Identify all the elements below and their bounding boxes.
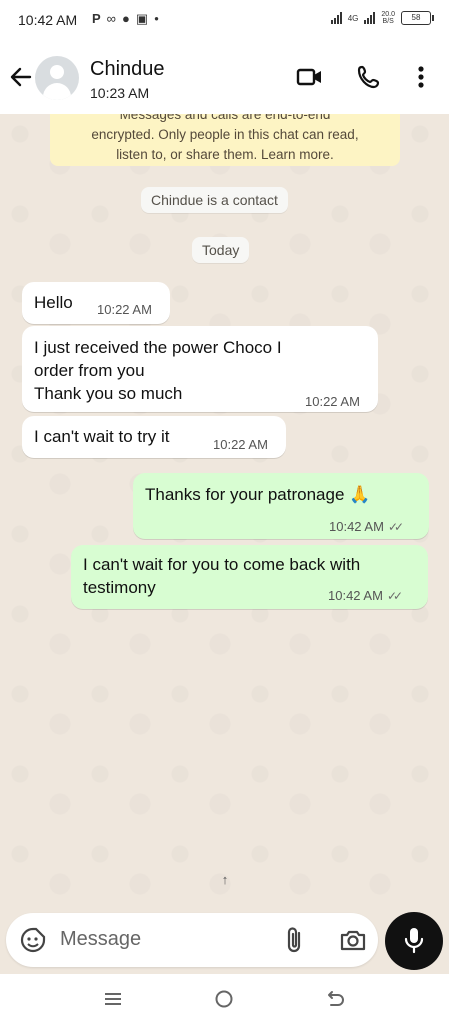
paypal-notification-icon: P: [92, 11, 101, 26]
signal-strength-2-icon: [364, 12, 376, 24]
camera-icon[interactable]: [339, 927, 367, 958]
incoming-message[interactable]: Hello 10:22 AM: [22, 282, 170, 324]
chat-area[interactable]: Messages and calls are end-to-end encryp…: [0, 114, 449, 910]
message-time: 10:22 AM: [213, 437, 268, 452]
home-icon[interactable]: [214, 989, 234, 1014]
network-speed: 20.0 B/S: [381, 11, 395, 25]
read-receipt-icon: ✓✓: [387, 520, 404, 534]
contact-note: Chindue is a contact: [141, 187, 288, 213]
more-notifications-icon: ●: [154, 14, 159, 23]
voice-call-icon[interactable]: [356, 64, 382, 95]
date-divider: Today: [192, 237, 250, 263]
back-nav-icon[interactable]: [326, 989, 346, 1014]
more-options-icon[interactable]: [412, 64, 430, 95]
read-receipt-icon: ✓✓: [386, 589, 403, 603]
outgoing-message[interactable]: Thanks for your patronage 🙏 10:42 AM ✓✓: [133, 473, 429, 539]
message-time: 10:42 AM ✓✓: [328, 588, 403, 603]
microphone-button[interactable]: [385, 912, 443, 970]
app-notification-icon: ▣: [135, 11, 149, 26]
scroll-to-top-icon[interactable]: ↑: [214, 869, 236, 891]
encryption-line-3: listen to, or share them. Learn more.: [116, 147, 334, 162]
network-type: 4G: [347, 13, 359, 23]
message-time: 10:22 AM: [97, 302, 152, 317]
microphone-icon: [402, 926, 426, 961]
status-right: 4G 20.0 B/S 58: [330, 11, 434, 25]
message-text: Hello: [34, 293, 73, 312]
paperclip-icon[interactable]: [284, 926, 306, 959]
message-input[interactable]: Message: [60, 928, 141, 951]
incoming-message[interactable]: I can't wait to try it 10:22 AM: [22, 416, 286, 458]
message-text: I can't wait for you to come back with t…: [83, 555, 361, 597]
notification-icons: P ∞ ● ▣ ●: [92, 11, 159, 27]
chat-header: Chindue 10:23 AM: [0, 44, 449, 114]
incoming-message[interactable]: I just received the power Choco I order …: [22, 326, 378, 412]
contact-name[interactable]: Chindue: [90, 58, 165, 81]
encryption-line-1: Messages and calls are end-to-end: [119, 114, 331, 122]
back-arrow-icon[interactable]: [8, 64, 34, 97]
message-time: 10:22 AM: [305, 394, 360, 409]
message-text: I can't wait to try it: [34, 427, 170, 446]
status-time: 10:42 AM: [18, 12, 78, 28]
message-text: I just received the power Choco I order …: [34, 338, 282, 403]
chat-notification-icon: ●: [121, 11, 130, 26]
message-composer[interactable]: Message: [6, 913, 378, 967]
outgoing-message[interactable]: I can't wait for you to come back with t…: [71, 545, 428, 609]
status-bar: 10:42 AM P ∞ ● ▣ ● 4G 20.0 B/S 58: [0, 0, 449, 44]
encryption-line-2: encrypted. Only people in this chat can …: [91, 127, 359, 142]
system-navigation-bar: [0, 974, 449, 1024]
battery-icon: 58: [401, 11, 434, 25]
last-seen: 10:23 AM: [90, 85, 150, 101]
message-text: Thanks for your patronage 🙏: [145, 485, 371, 504]
encryption-notice[interactable]: Messages and calls are end-to-end encryp…: [50, 114, 400, 166]
avatar[interactable]: [35, 56, 79, 100]
video-call-icon[interactable]: [296, 64, 324, 95]
signal-strength-icon: [330, 12, 342, 24]
message-time: 10:42 AM ✓✓: [329, 519, 404, 534]
sticker-icon[interactable]: [20, 927, 46, 958]
infinity-notification-icon: ∞: [106, 11, 116, 26]
recent-apps-icon[interactable]: [103, 989, 123, 1014]
